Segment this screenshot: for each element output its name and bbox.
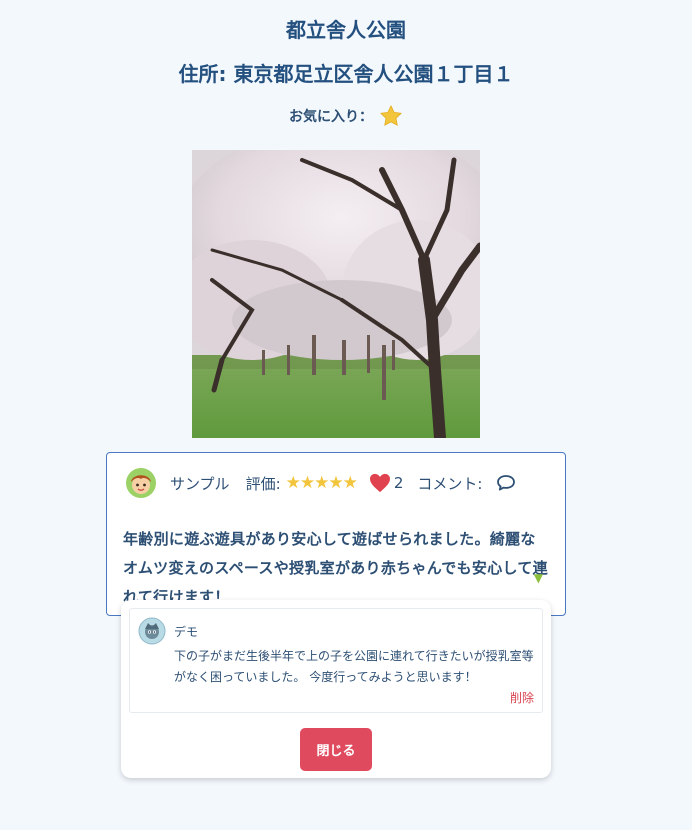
- reviewer-avatar[interactable]: [125, 467, 157, 499]
- comment-label: コメント:: [417, 474, 483, 493]
- favorite-row: お気に入り：: [0, 104, 692, 128]
- park-address: 住所: 東京都足立区舎人公園１丁目１: [178, 62, 514, 86]
- heart-icon[interactable]: [369, 473, 391, 493]
- close-button[interactable]: 閉じる: [300, 728, 372, 771]
- delete-comment-link[interactable]: 削除: [510, 689, 534, 706]
- rating-label: 評価:: [245, 474, 281, 493]
- park-title: 都立舎人公園: [286, 18, 406, 42]
- like-count: 2: [393, 474, 404, 492]
- favorite-star-icon[interactable]: [379, 104, 403, 128]
- comment-text: 下の子がまだ生後半年で上の子を公園に連れて行きたいが授乳室等がなく困っていました…: [174, 649, 534, 684]
- rating-stars: ★★★★★: [285, 473, 358, 493]
- review-text: 年齢別に遊ぶ遊具があり安心して遊ばせられました。綺麗なオムツ変えのスペースや授乳…: [123, 530, 548, 606]
- triangle-down-icon[interactable]: ▼: [534, 571, 543, 585]
- comment-item: デモ 下の子がまだ生後半年で上の子を公園に連れて行きたいが授乳室等がなく困ってい…: [129, 608, 543, 713]
- park-detail-page: 都立舎人公園 住所: 東京都足立区舎人公園１丁目１ お気に入り： サンプル 評価…: [0, 0, 692, 830]
- reviewer-name: サンプル: [170, 474, 230, 493]
- review-card[interactable]: サンプル 評価: ★★★★★ 2 コメント: 年齢別に遊ぶ遊具があり安心して遊ば…: [106, 452, 566, 616]
- commenter-name: デモ: [174, 625, 199, 639]
- park-photo: [192, 150, 480, 438]
- comment-panel: デモ 下の子がまだ生後半年で上の子を公園に連れて行きたいが授乳室等がなく困ってい…: [121, 600, 551, 778]
- commenter-avatar[interactable]: [138, 617, 166, 645]
- review-header: サンプル 評価: ★★★★★ 2 コメント:: [125, 467, 551, 499]
- speech-bubble-icon[interactable]: [496, 474, 516, 492]
- favorite-label: お気に入り：: [289, 109, 373, 125]
